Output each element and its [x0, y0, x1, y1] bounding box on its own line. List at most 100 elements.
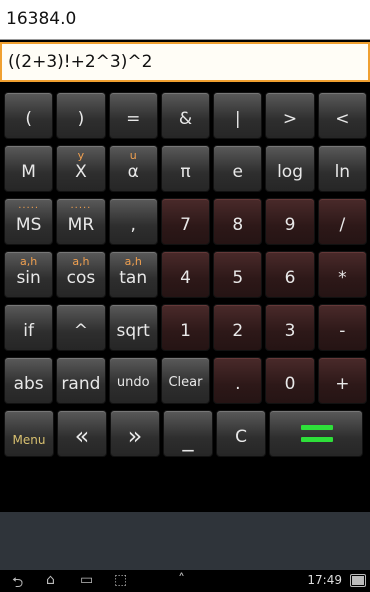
if-key[interactable]: if: [4, 304, 54, 351]
key-label: C: [235, 427, 247, 447]
key-secondary-label: a,h: [20, 255, 38, 268]
key-label: 9: [284, 215, 296, 235]
key-label: cos: [66, 268, 96, 288]
key-label: *: [338, 268, 347, 288]
multiply-key[interactable]: *: [317, 251, 367, 298]
key-label: e: [232, 162, 243, 182]
cursor-left-key[interactable]: «: [57, 410, 107, 457]
keypad-row-1: ( ) = & | > <: [4, 90, 370, 140]
key-secondary-label: .....: [18, 200, 40, 211]
key-label: &: [178, 109, 193, 129]
recent-apps-icon[interactable]: ▭: [80, 572, 93, 588]
sin-key[interactable]: a,h sin: [4, 251, 54, 298]
key-label: =: [126, 109, 141, 129]
sqrt-key[interactable]: sqrt: [108, 304, 158, 351]
tan-key[interactable]: a,h tan: [108, 251, 158, 298]
decimal-point-key[interactable]: .: [213, 357, 263, 404]
chevron-up-icon[interactable]: ˄: [178, 572, 185, 588]
key-label: log: [277, 162, 303, 182]
digit-9-key[interactable]: 9: [265, 198, 315, 245]
comma-key[interactable]: ,: [108, 198, 158, 245]
key-secondary-label: y: [77, 149, 85, 162]
key-label: 1: [180, 321, 191, 341]
open-paren-key[interactable]: (: [4, 92, 54, 139]
key-label: MR: [67, 215, 95, 235]
battery-icon: [350, 574, 366, 587]
evaluate-equals-key[interactable]: [269, 410, 363, 457]
key-label: <: [335, 109, 350, 129]
keypad-row-6: abs rand undo Clear . 0 +: [4, 355, 370, 405]
key-label: if: [23, 321, 34, 341]
key-label: «: [74, 422, 90, 450]
memory-recall-key[interactable]: ..... MR: [56, 198, 106, 245]
x-variable-key[interactable]: yX: [56, 145, 106, 192]
key-secondary-label: .....: [70, 200, 92, 211]
keypad-row-5: if ^ sqrt 1 2 3 -: [4, 302, 370, 352]
key-label: abs: [13, 374, 44, 394]
system-navigation-bar: ⮌ ⌂ ▭ ⬚ ˄ 17:49: [0, 570, 370, 592]
keypad-row-7: Menu « » _ C: [4, 408, 370, 458]
key-label: /: [339, 215, 346, 235]
close-paren-key[interactable]: ): [56, 92, 106, 139]
key-label: ln: [334, 162, 351, 182]
digit-8-key[interactable]: 8: [213, 198, 263, 245]
assign-key[interactable]: =: [108, 92, 158, 139]
digit-4-key[interactable]: 4: [160, 251, 211, 298]
abs-key[interactable]: abs: [4, 357, 54, 404]
and-key[interactable]: &: [160, 92, 211, 139]
key-label: 4: [180, 268, 191, 288]
key-label: π: [180, 162, 191, 182]
key-label: M: [21, 162, 36, 182]
key-label: α: [127, 162, 139, 182]
clear-key[interactable]: Clear: [160, 357, 211, 404]
key-label: .: [235, 374, 241, 394]
digit-5-key[interactable]: 5: [213, 251, 263, 298]
menu-key[interactable]: Menu: [4, 410, 54, 457]
e-key[interactable]: e: [213, 145, 263, 192]
log-key[interactable]: log: [265, 145, 315, 192]
digit-7-key[interactable]: 7: [160, 198, 211, 245]
status-clock: 17:49: [307, 573, 342, 587]
key-label: »: [127, 422, 143, 450]
greater-than-key[interactable]: >: [265, 92, 315, 139]
cursor-right-key[interactable]: »: [110, 410, 160, 457]
undo-key[interactable]: undo: [108, 357, 158, 404]
space-key[interactable]: _: [163, 410, 213, 457]
digit-2-key[interactable]: 2: [213, 304, 263, 351]
key-label: ,: [130, 215, 136, 235]
digit-0-key[interactable]: 0: [265, 357, 315, 404]
add-key[interactable]: +: [317, 357, 367, 404]
screenshot-icon[interactable]: ⬚: [114, 572, 127, 588]
digit-1-key[interactable]: 1: [160, 304, 211, 351]
rand-key[interactable]: rand: [56, 357, 106, 404]
back-icon[interactable]: ⮌: [12, 572, 23, 592]
key-secondary-label: u: [129, 149, 137, 162]
digit-3-key[interactable]: 3: [265, 304, 315, 351]
backspace-c-key[interactable]: C: [216, 410, 266, 457]
divide-key[interactable]: /: [317, 198, 367, 245]
equals-icon-bottom-bar: [301, 437, 333, 442]
or-key[interactable]: |: [213, 92, 263, 139]
key-secondary-label: a,h: [124, 255, 142, 268]
subtract-key[interactable]: -: [317, 304, 367, 351]
home-icon[interactable]: ⌂: [46, 572, 55, 588]
key-label: rand: [61, 374, 101, 394]
power-key[interactable]: ^: [56, 304, 106, 351]
less-than-key[interactable]: <: [317, 92, 367, 139]
key-label: MS: [15, 215, 42, 235]
pi-key[interactable]: π: [160, 145, 211, 192]
key-label: 3: [284, 321, 296, 341]
key-label: tan: [119, 268, 148, 288]
key-label: 8: [232, 215, 244, 235]
ln-key[interactable]: ln: [317, 145, 367, 192]
memory-store-key[interactable]: ..... MS: [4, 198, 54, 245]
expression-input[interactable]: ((2+3)!+2^3)^2: [0, 42, 370, 82]
cos-key[interactable]: a,h cos: [56, 251, 106, 298]
keypad-row-2: M yX uα π e log ln: [4, 143, 370, 193]
keypad: ( ) = & | > < M yX uα π e log ln ..... MS…: [4, 90, 370, 458]
key-label: 5: [232, 268, 244, 288]
digit-6-key[interactable]: 6: [265, 251, 315, 298]
alpha-key[interactable]: uα: [108, 145, 158, 192]
key-secondary-label: a,h: [72, 255, 90, 268]
memory-key[interactable]: M: [4, 145, 54, 192]
